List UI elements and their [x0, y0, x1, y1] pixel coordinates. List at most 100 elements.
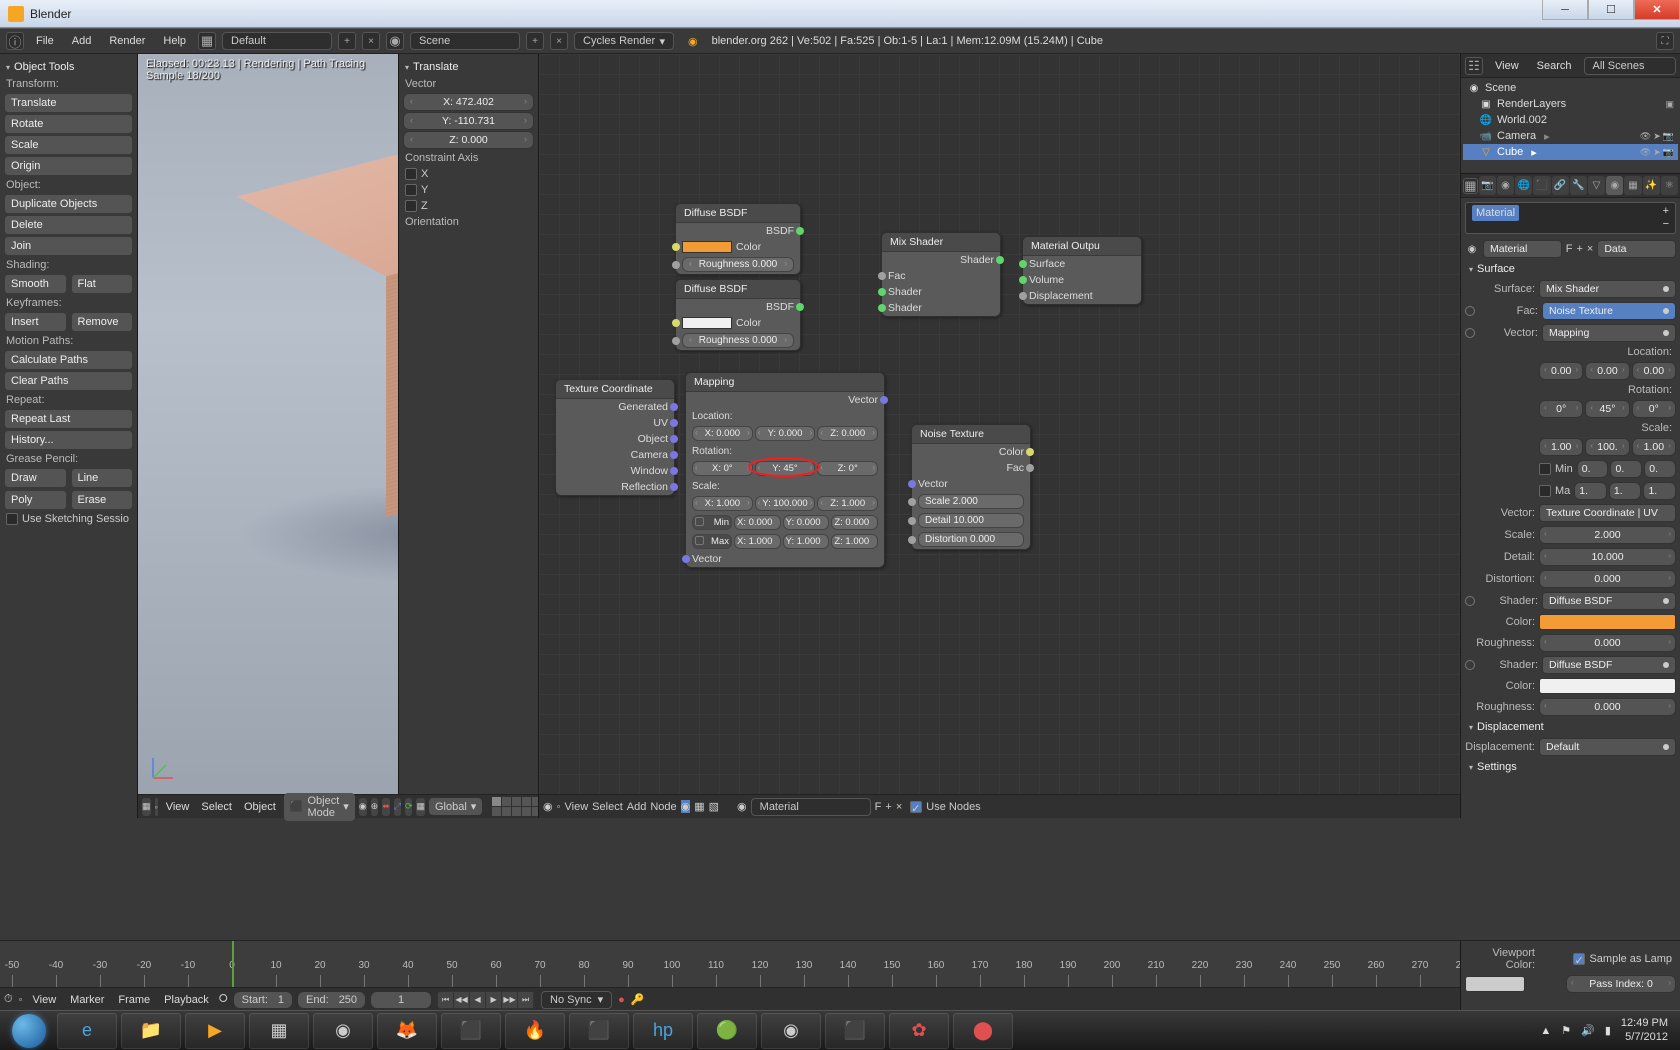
- shader1-dropdown[interactable]: Diffuse BSDF: [1542, 592, 1676, 610]
- outliner-item-camera[interactable]: 📹Camera▸👁➤📷: [1463, 128, 1678, 144]
- timeline-collapse-icon[interactable]: ◦: [19, 994, 23, 1006]
- scene-remove-button[interactable]: ×: [550, 32, 568, 50]
- outliner-filter-dropdown[interactable]: All Scenes: [1584, 57, 1676, 75]
- minimize-button[interactable]: ─: [1542, 0, 1588, 20]
- shading-solid-icon[interactable]: ◉: [359, 798, 367, 816]
- maximize-button[interactable]: ☐: [1588, 0, 1634, 20]
- prop-sc-z[interactable]: ‹1.00›: [1632, 438, 1676, 456]
- prop-rot-x[interactable]: ‹0°›: [1539, 400, 1583, 418]
- manipulator-icon[interactable]: ⬌: [382, 798, 390, 816]
- object-tools-header[interactable]: Object Tools: [2, 58, 135, 76]
- keying-set-icon[interactable]: 🔑: [631, 993, 645, 1006]
- taskbar-explorer-icon[interactable]: 📁: [121, 1013, 181, 1049]
- surface-shader-dropdown[interactable]: Mix Shader: [1539, 280, 1676, 298]
- translate-button[interactable]: Translate: [4, 93, 133, 113]
- mapping-scale-x[interactable]: ‹X: 1.000›: [692, 496, 753, 511]
- fac-radio[interactable]: [1465, 306, 1475, 316]
- mapping-loc-y[interactable]: ‹Y: 0.000›: [755, 426, 816, 441]
- tray-arrow-icon[interactable]: ▲: [1540, 1025, 1551, 1037]
- fullscreen-button[interactable]: ⛶: [1656, 32, 1674, 50]
- pass-index-field[interactable]: ‹Pass Index: 0›: [1566, 975, 1676, 993]
- material-link-dropdown[interactable]: Data: [1597, 240, 1676, 258]
- material-add-button[interactable]: +: [885, 801, 891, 813]
- render-viewport[interactable]: Elapsed: 00:23.13 | Rendering | Path Tra…: [138, 54, 398, 818]
- outliner-item-renderlayers[interactable]: ▣RenderLayers▣: [1463, 96, 1678, 112]
- manipulator3-icon[interactable]: ⟳: [405, 798, 413, 816]
- viewport-color-swatch[interactable]: [1465, 976, 1525, 992]
- tab-physics[interactable]: ⚛: [1661, 176, 1678, 195]
- render-engine-dropdown[interactable]: Cycles Render▾: [574, 32, 674, 50]
- taskbar-app7-icon[interactable]: ◉: [761, 1013, 821, 1049]
- prop-sc-x[interactable]: ‹1.00›: [1539, 438, 1583, 456]
- tray-flag-icon[interactable]: ⚑: [1561, 1024, 1571, 1037]
- sync-dropdown[interactable]: No Sync▾: [541, 991, 612, 1009]
- repeat-last-button[interactable]: Repeat Last: [4, 409, 133, 429]
- tl-marker-menu[interactable]: Marker: [66, 994, 108, 1006]
- delete-button[interactable]: Delete: [4, 215, 133, 235]
- material-ball-icon[interactable]: ◉: [1465, 242, 1479, 256]
- play-button[interactable]: ▶: [486, 992, 502, 1008]
- layout-add-button[interactable]: +: [338, 32, 356, 50]
- calc-paths-button[interactable]: Calculate Paths: [4, 350, 133, 370]
- mat-slot-remove[interactable]: −: [1663, 218, 1669, 230]
- taskbar-hp-icon[interactable]: hp: [633, 1013, 693, 1049]
- taskbar-chrome-icon[interactable]: 🟢: [697, 1013, 757, 1049]
- roughness-field[interactable]: ‹Roughness 0.000›: [682, 257, 794, 272]
- erase-button[interactable]: Erase: [71, 490, 134, 510]
- node-view-menu[interactable]: View: [565, 801, 589, 813]
- shader2-dropdown[interactable]: Diffuse BSDF: [1542, 656, 1676, 674]
- outliner-view-menu[interactable]: View: [1489, 60, 1525, 72]
- keyframe-next-button[interactable]: ▶▶: [502, 992, 518, 1008]
- object-menu[interactable]: Object: [240, 801, 280, 813]
- origin-button[interactable]: Origin: [4, 156, 133, 176]
- layers-icon[interactable]: ▦: [416, 798, 425, 816]
- displacement-dropdown[interactable]: Default: [1539, 738, 1676, 756]
- screen-icon[interactable]: ▦: [198, 32, 216, 50]
- taskbar-app9-icon[interactable]: ✿: [889, 1013, 949, 1049]
- tab-texture[interactable]: ▦: [1624, 176, 1641, 195]
- clear-paths-button[interactable]: Clear Paths: [4, 371, 133, 391]
- prop-loc-y[interactable]: ‹0.00›: [1585, 362, 1629, 380]
- outliner-item-cube[interactable]: ▽Cube▸👁➤📷: [1463, 144, 1678, 160]
- end-frame-field[interactable]: End:250: [298, 992, 365, 1008]
- scene-dropdown[interactable]: Scene: [410, 32, 520, 50]
- tab-render[interactable]: 📷: [1479, 176, 1496, 195]
- system-clock[interactable]: 12:49 PM 5/7/2012: [1621, 1017, 1668, 1043]
- sample-as-lamp-checkbox[interactable]: ✓Sample as Lamp: [1569, 951, 1676, 967]
- displacement-panel-header[interactable]: Displacement: [1465, 718, 1676, 736]
- prop-loc-x[interactable]: ‹0.00›: [1539, 362, 1583, 380]
- noise-distortion-prop[interactable]: ‹0.000›: [1539, 570, 1676, 588]
- join-button[interactable]: Join: [4, 236, 133, 256]
- mapping-scale-y[interactable]: ‹Y: 100.000›: [755, 496, 816, 511]
- shader1-roughness[interactable]: ‹0.000›: [1539, 634, 1676, 652]
- node-editor[interactable]: Diffuse BSDF BSDF Color ‹Roughness 0.000…: [538, 54, 1460, 818]
- node-select-menu[interactable]: Select: [592, 801, 623, 813]
- outliner-item-scene[interactable]: ◉Scene: [1463, 80, 1678, 96]
- prop-rot-z[interactable]: ‹0°›: [1632, 400, 1676, 418]
- material-slot-list[interactable]: Material +−: [1465, 202, 1676, 234]
- render-menu[interactable]: Render: [103, 35, 151, 47]
- noise-scale-prop[interactable]: ‹2.000›: [1539, 526, 1676, 544]
- mapping-rot-z[interactable]: ‹Z: 0°›: [817, 461, 878, 476]
- constraint-y-checkbox[interactable]: Y: [401, 182, 536, 198]
- poly-button[interactable]: Poly: [4, 490, 67, 510]
- props-editor-icon[interactable]: ▦: [1463, 178, 1478, 194]
- current-frame-field[interactable]: 1: [371, 992, 431, 1008]
- remove-kf-button[interactable]: Remove: [71, 312, 134, 332]
- jump-start-button[interactable]: ⏮: [438, 992, 454, 1008]
- mapping-scale-z[interactable]: ‹Z: 1.000›: [817, 496, 878, 511]
- scene-icon[interactable]: ◉: [386, 32, 404, 50]
- taskbar-app6-icon[interactable]: ⬛: [569, 1013, 629, 1049]
- material-x-btn[interactable]: ×: [1587, 243, 1593, 255]
- tab-data[interactable]: ▽: [1588, 176, 1605, 195]
- view3d-collapse-icon[interactable]: ◦: [155, 798, 158, 816]
- mode-dropdown[interactable]: ⬛Object Mode▾: [284, 793, 355, 821]
- shader2-color[interactable]: [1539, 678, 1676, 694]
- timeline-editor-icon[interactable]: ⏱: [4, 993, 13, 1006]
- mapping-rot-x[interactable]: ‹X: 0°›: [692, 461, 753, 476]
- duplicate-button[interactable]: Duplicate Objects: [4, 194, 133, 214]
- use-sketching-checkbox[interactable]: Use Sketching Sessio: [2, 511, 135, 527]
- node-node-menu[interactable]: Node: [650, 801, 676, 813]
- translate-x-field[interactable]: ‹X: 472.402›: [403, 93, 534, 111]
- taskbar-app5-icon[interactable]: 🔥: [505, 1013, 565, 1049]
